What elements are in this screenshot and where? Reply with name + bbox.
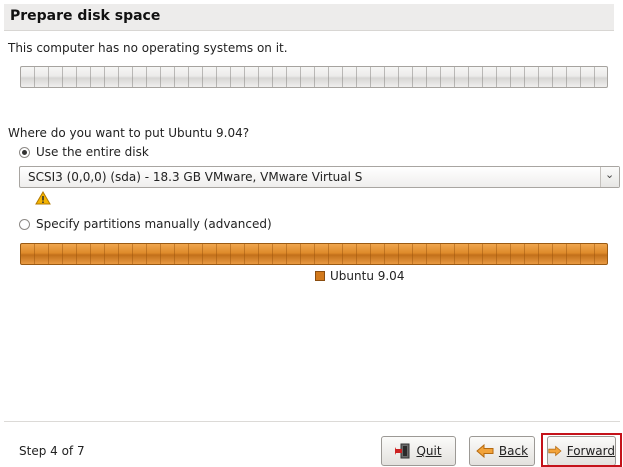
use-entire-disk-label: Use the entire disk [36,145,149,159]
quit-button[interactable]: Quit [381,436,456,466]
specify-partitions-label: Specify partitions manually (advanced) [36,217,272,231]
warning-icon [35,191,51,205]
disk-select[interactable]: SCSI3 (0,0,0) (sda) - 18.3 GB VMware, VM… [19,166,620,188]
forward-label: Forward [566,444,615,458]
partition-legend: Ubuntu 9.04 [315,269,404,283]
use-entire-disk-radio[interactable] [19,146,30,158]
forward-button[interactable]: Forward [547,436,616,466]
intro-text: This computer has no operating systems o… [8,41,288,55]
disk-select-dropdown-button[interactable]: ⌄ [600,167,619,187]
chevron-down-icon: ⌄ [605,168,615,181]
forward-arrow-icon [548,445,562,457]
title-bar: Prepare disk space [4,4,614,31]
back-arrow-icon [476,444,494,458]
specify-partitions-option[interactable]: Specify partitions manually (advanced) [19,217,272,231]
ubuntu-partition-bar [20,243,608,265]
back-button[interactable]: Back [469,436,535,466]
ubuntu-legend-swatch [315,271,325,281]
ubuntu-legend-label: Ubuntu 9.04 [330,269,405,283]
footer-separator [4,421,620,422]
quit-label: Quit [416,444,442,458]
page-title: Prepare disk space [10,8,161,24]
quit-icon [395,443,410,459]
empty-disk-bar [20,66,608,88]
specify-partitions-radio[interactable] [19,218,30,230]
install-question: Where do you want to put Ubuntu 9.04? [8,126,250,140]
disk-select-value: SCSI3 (0,0,0) (sda) - 18.3 GB VMware, VM… [28,170,363,184]
back-label: Back [498,444,529,458]
step-indicator: Step 4 of 7 [19,444,85,458]
use-entire-disk-option[interactable]: Use the entire disk [19,145,149,159]
